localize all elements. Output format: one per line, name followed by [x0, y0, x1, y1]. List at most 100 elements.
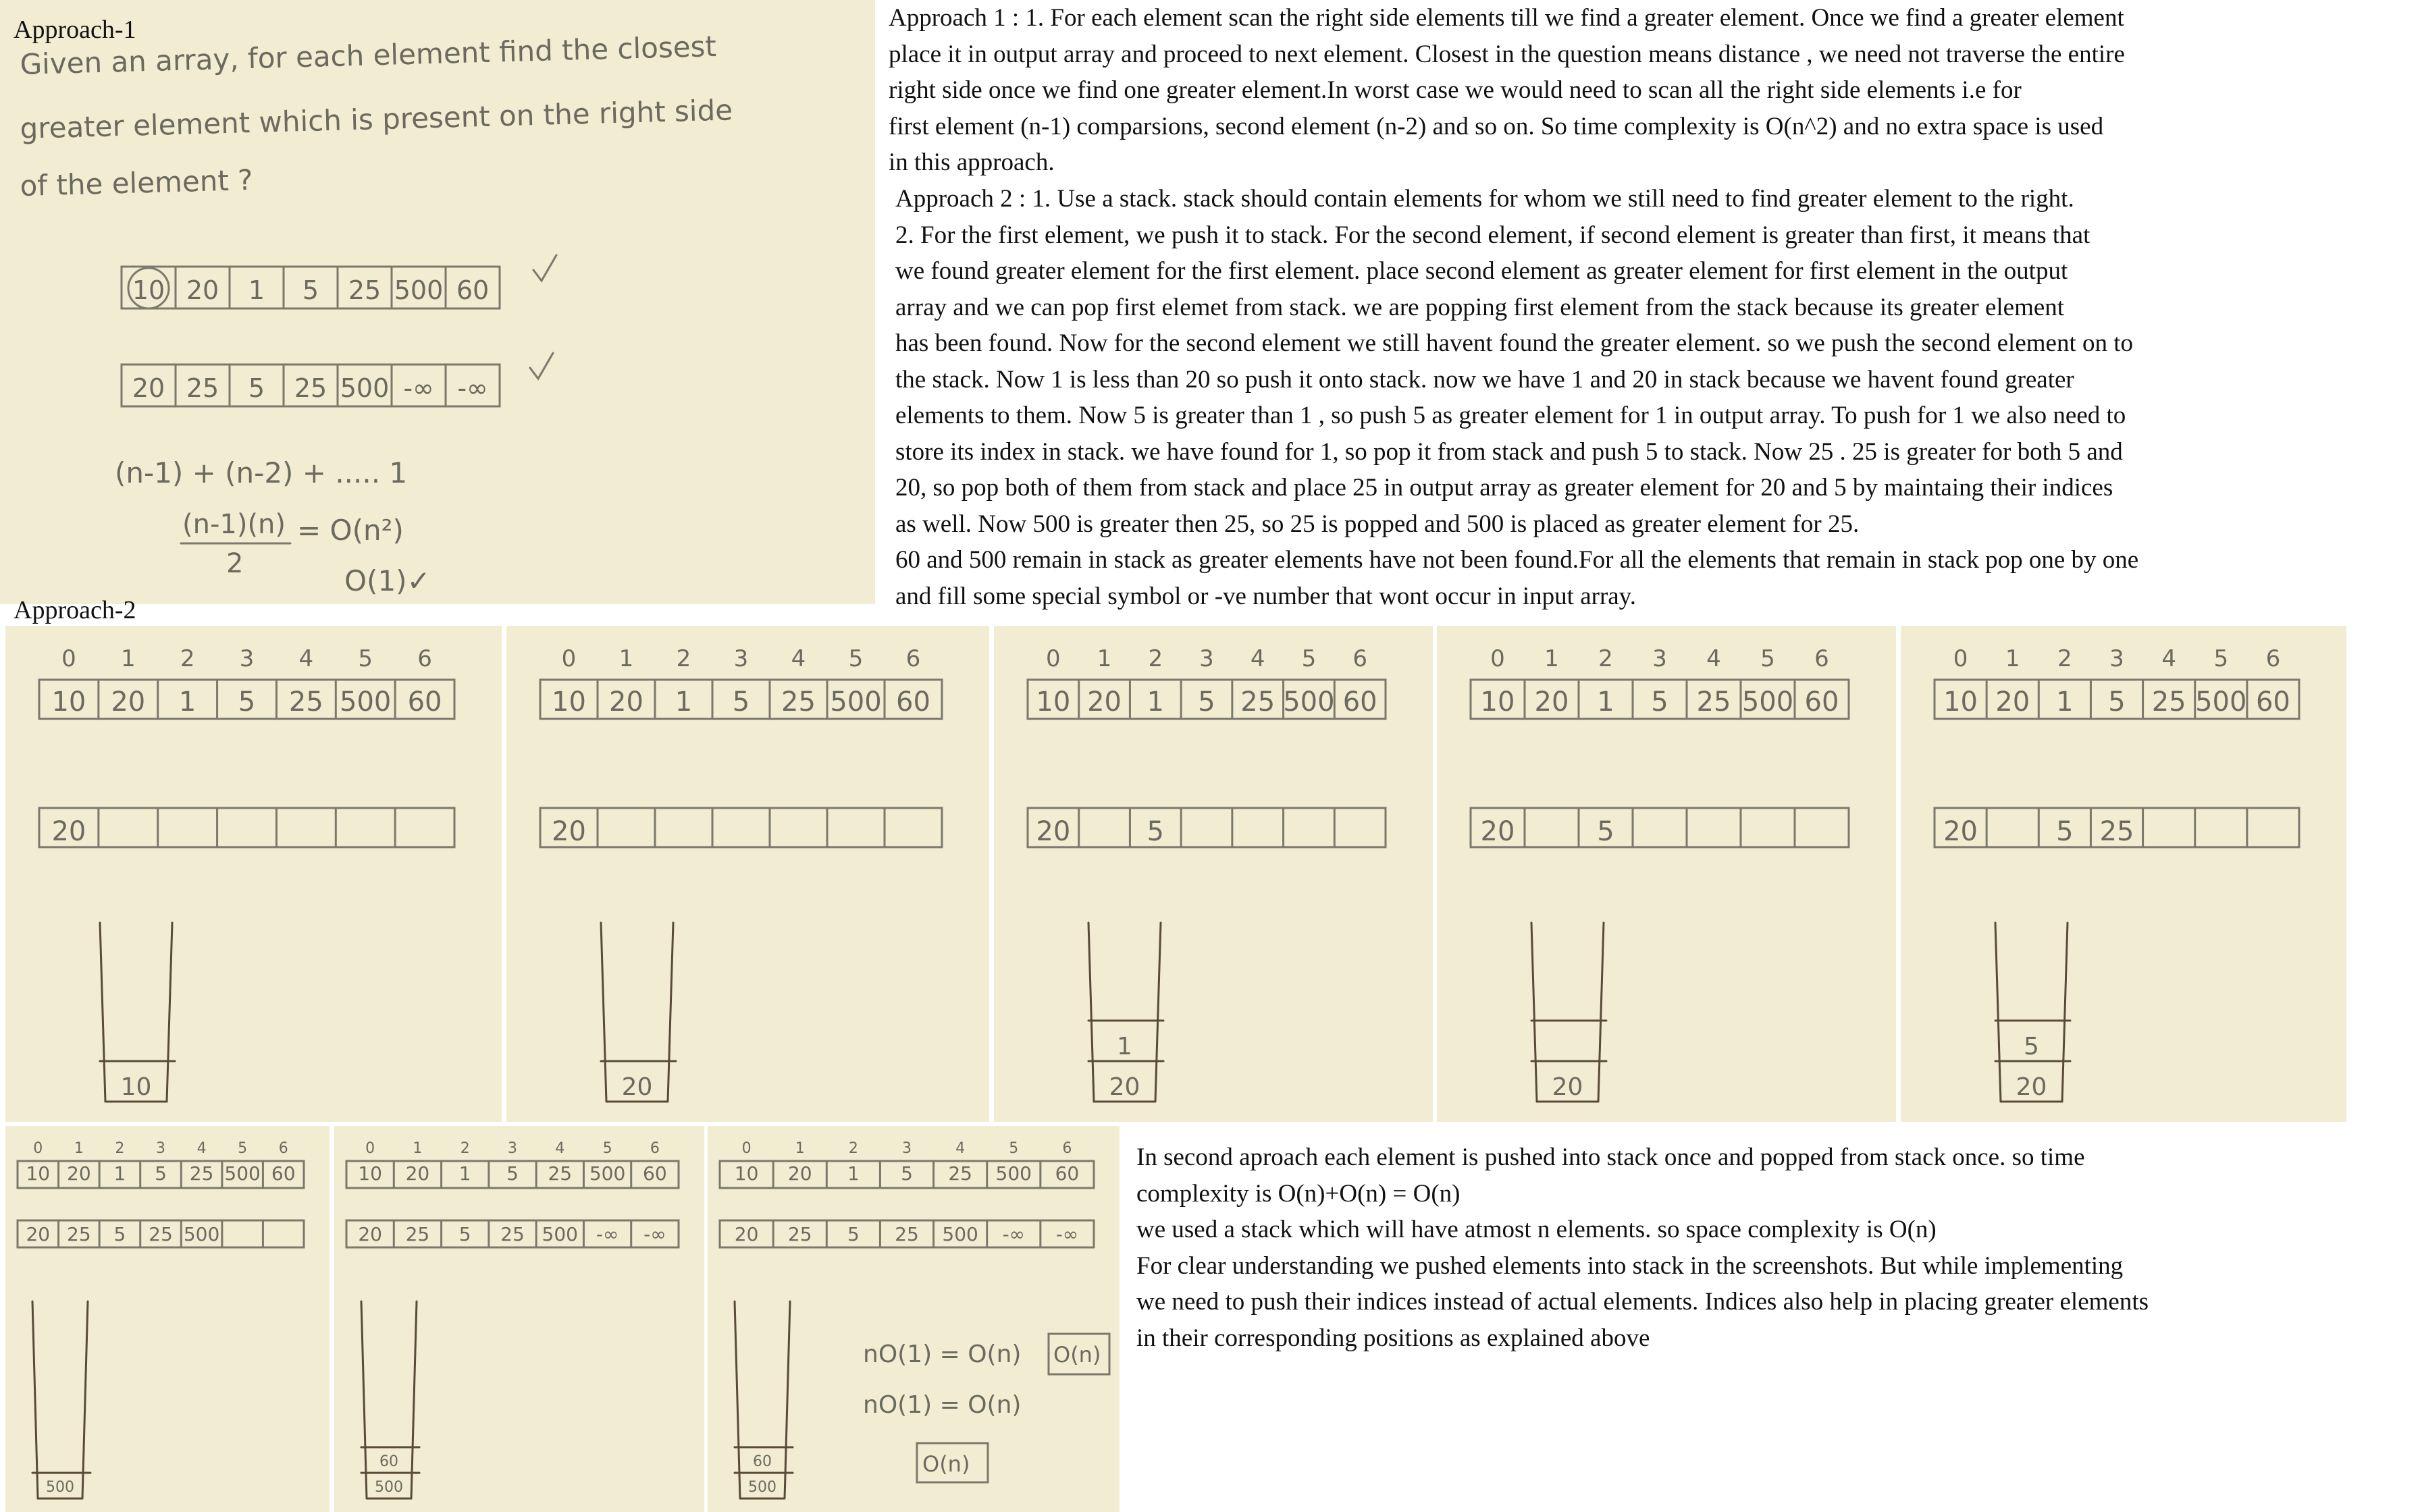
summary-line: complexity is O(n)+O(n) = O(n)	[1136, 1179, 1461, 1208]
summary-line: In second aproach each element is pushed…	[1136, 1143, 2085, 1171]
output-array-cell: 25	[294, 373, 327, 403]
stack-wall-right	[2061, 921, 2069, 1103]
input-array-cell: 5	[733, 686, 749, 718]
input-array-cell: 25	[289, 686, 323, 718]
input-array-cell: 25	[2152, 686, 2186, 718]
index-label: 4	[2161, 645, 2176, 672]
step-panel-3: 0 1 2 3 4 5 6 10 20 1 5 25 500 60 20 5 20 1	[994, 626, 1433, 1122]
output-array-cell: -∞	[596, 1223, 619, 1245]
index-label: 6	[1062, 1140, 1072, 1157]
output-array-cell: -∞	[643, 1223, 666, 1245]
input-array-cell: 20	[1535, 686, 1569, 718]
approach1-line: in this approach.	[889, 148, 1055, 176]
output-array-cell: 25	[149, 1223, 173, 1245]
output-array-box	[539, 807, 943, 848]
check-mark	[529, 352, 554, 381]
input-array-cell: 60	[1805, 686, 1839, 718]
complexity-space: O(n)	[922, 1451, 970, 1477]
check-mark	[532, 254, 558, 283]
stack-wall-right	[1597, 921, 1605, 1103]
index-label: 2	[115, 1140, 124, 1157]
input-array-cell: 5	[2108, 686, 2125, 718]
complexity-total: O(n)	[1053, 1342, 1101, 1368]
step-panel-5: 0 1 2 3 4 5 6 10 20 1 5 25 500 60 20 5 25 20 5	[1901, 626, 2346, 1122]
index-label: 6	[279, 1140, 288, 1157]
index-label: 4	[955, 1140, 965, 1157]
stack-item: 60	[379, 1453, 398, 1470]
input-array-cell: 10	[1481, 686, 1515, 718]
input-array-cell: 5	[1651, 686, 1668, 718]
approach2-line: 60 and 500 remain in stack as greater el…	[895, 546, 2139, 574]
output-array-cell: 5	[847, 1223, 860, 1245]
index-label: 0	[742, 1140, 752, 1157]
whiteboard-approach1-photo: Given an array, for each element find th…	[0, 0, 875, 604]
approach2-line: 2. For the first element, we push it to …	[895, 221, 2090, 249]
input-array-cell: 25	[781, 686, 816, 718]
index-label: 2	[180, 645, 195, 672]
stack-wall-left	[1994, 921, 2002, 1103]
index-label: 1	[795, 1140, 805, 1157]
index-label: 4	[1706, 645, 1721, 672]
output-array-cell: -∞	[403, 373, 433, 403]
index-label: 6	[906, 645, 921, 672]
input-array-cell: 10	[51, 686, 86, 718]
input-array-cell: 25	[1697, 686, 1731, 718]
approach2-line: 20, so pop both of them from stack and p…	[895, 474, 2113, 502]
approach2-line: store its index in stack. we have found …	[895, 437, 2123, 466]
index-label: 6	[1352, 645, 1367, 672]
stack-item: 20	[1109, 1073, 1140, 1101]
approach2-line: has been found. Now for the second eleme…	[895, 329, 2133, 357]
output-array-cell: 20	[735, 1223, 759, 1245]
summary-line: in their corresponding positions as expl…	[1136, 1324, 1650, 1352]
index-label: 0	[1046, 645, 1061, 672]
index-label: 3	[902, 1140, 912, 1157]
index-label: 6	[650, 1140, 660, 1157]
output-array-cell: 5	[459, 1223, 471, 1245]
summary-line: we used a stack which will have atmost n…	[1136, 1216, 1937, 1243]
input-array-cell: 25	[548, 1162, 572, 1185]
output-array-cell: 25	[67, 1223, 91, 1245]
input-array-cell: 20	[1087, 686, 1122, 718]
index-label: 3	[156, 1140, 165, 1157]
input-array-cell: 60	[896, 686, 930, 718]
input-array-cell: 1	[459, 1162, 471, 1185]
stack-item: 10	[121, 1073, 152, 1101]
index-label: 6	[2266, 645, 2281, 672]
input-array-cell: 5	[1198, 686, 1215, 718]
input-array-cell: 10	[1943, 686, 1978, 718]
step-panel-1: 0 1 2 3 4 5 6 10 20 1 5 25 500 60 20 10	[5, 626, 502, 1122]
index-label: 1	[1097, 645, 1112, 672]
stack-wall-right	[1154, 921, 1162, 1103]
summary-line: For clear understanding we pushed elemen…	[1136, 1251, 2124, 1280]
input-array-cell: 1	[847, 1162, 860, 1185]
output-array-box	[1026, 807, 1387, 848]
input-array-cell: 1	[675, 686, 692, 718]
approach2-line: array and we can pop first elemet from s…	[895, 293, 2065, 321]
index-label: 0	[1490, 645, 1505, 672]
stack-wall-right	[165, 921, 174, 1103]
stack-wall-left	[360, 1300, 368, 1500]
stack-wall-left	[31, 1300, 39, 1500]
approach1-line: right side once we find one greater elem…	[889, 76, 2022, 104]
output-array-cell: 500	[340, 373, 390, 403]
index-label: 6	[417, 645, 432, 672]
approach2-line: we found greater element for the first e…	[895, 257, 2068, 285]
stack-item: 500	[375, 1479, 403, 1496]
index-label: 2	[461, 1140, 470, 1157]
stack-wall-left	[733, 1300, 741, 1500]
output-array-cell: 500	[542, 1223, 578, 1245]
index-label: 4	[299, 645, 314, 672]
output-array-cell: 25	[788, 1223, 812, 1245]
input-array-cell: 20	[67, 1162, 91, 1185]
index-label: 5	[238, 1140, 247, 1157]
index-label: 1	[74, 1140, 84, 1157]
output-array-cell: 5	[1147, 816, 1164, 847]
output-array-cell: 5	[114, 1223, 126, 1245]
approach1-description: Approach 1 : 1. For each element scan th…	[889, 0, 2125, 181]
index-label: 0	[365, 1140, 375, 1157]
output-array-cell: 20	[1481, 816, 1515, 847]
input-array-cell: 20	[406, 1162, 430, 1185]
input-array-cell: 10	[552, 686, 586, 718]
output-array-cell: -∞	[1056, 1223, 1078, 1245]
output-array-cell: 5	[1597, 816, 1614, 847]
